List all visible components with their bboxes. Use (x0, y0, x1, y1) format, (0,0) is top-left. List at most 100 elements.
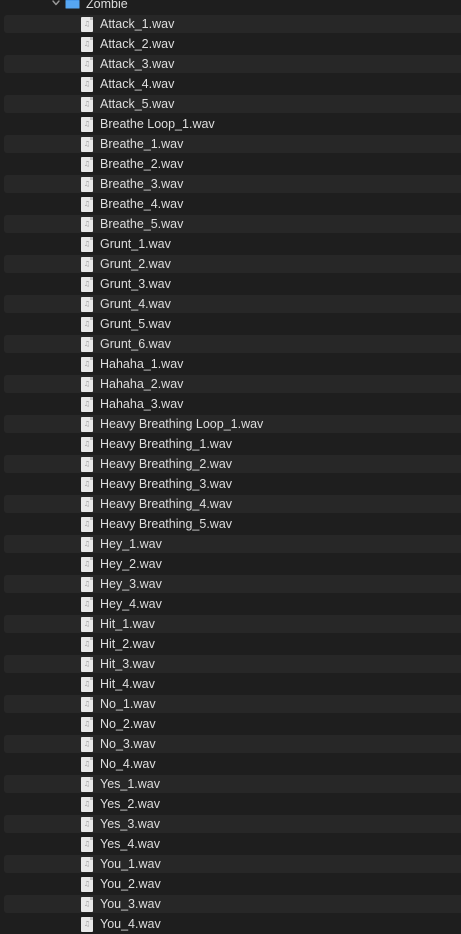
file-row[interactable]: ♫ No_2.wav (0, 714, 461, 734)
file-row[interactable]: ♫ Breathe Loop_1.wav (0, 114, 461, 134)
file-name: Attack_3.wav (100, 57, 175, 71)
file-row[interactable]: ♫ Hey_2.wav (0, 554, 461, 574)
folder-icon (65, 0, 80, 9)
audio-file-icon: ♫ (81, 877, 93, 892)
file-row[interactable]: ♫ Grunt_2.wav (0, 254, 461, 274)
file-row[interactable]: ♫ Heavy Breathing Loop_1.wav (0, 414, 461, 434)
file-row[interactable]: ♫ You_4.wav (0, 914, 461, 934)
file-name: You_4.wav (100, 917, 161, 931)
file-row[interactable]: ♫ You_1.wav (0, 854, 461, 874)
file-row[interactable]: ♫ Grunt_4.wav (0, 294, 461, 314)
file-name: No_3.wav (100, 737, 156, 751)
audio-file-icon: ♫ (81, 297, 93, 312)
audio-file-icon: ♫ (81, 577, 93, 592)
file-row[interactable]: ♫ Heavy Breathing_3.wav (0, 474, 461, 494)
file-row[interactable]: ♫ Grunt_1.wav (0, 234, 461, 254)
file-name: Heavy Breathing_1.wav (100, 437, 233, 451)
file-row[interactable]: ♫ Hey_4.wav (0, 594, 461, 614)
file-row[interactable]: ♫ Yes_3.wav (0, 814, 461, 834)
audio-file-icon: ♫ (81, 457, 93, 472)
file-row[interactable]: ♫ Attack_5.wav (0, 94, 461, 114)
file-name: Hit_2.wav (100, 637, 155, 651)
file-name: Hit_4.wav (100, 677, 155, 691)
audio-file-icon: ♫ (81, 237, 93, 252)
file-row[interactable]: ♫ Hahaha_3.wav (0, 394, 461, 414)
file-row[interactable]: ♫ No_3.wav (0, 734, 461, 754)
file-row[interactable]: ♫ Attack_4.wav (0, 74, 461, 94)
file-row[interactable]: ♫ No_1.wav (0, 694, 461, 714)
file-row[interactable]: ♫ Grunt_3.wav (0, 274, 461, 294)
file-row[interactable]: ♫ Grunt_6.wav (0, 334, 461, 354)
file-row[interactable]: ♫ Hit_4.wav (0, 674, 461, 694)
folder-row-zombie[interactable]: Zombie (0, 0, 461, 14)
file-row[interactable]: ♫ You_2.wav (0, 874, 461, 894)
file-row[interactable]: ♫ Breathe_3.wav (0, 174, 461, 194)
file-row[interactable]: ♫ Yes_1.wav (0, 774, 461, 794)
chevron-down-icon[interactable] (49, 0, 63, 10)
file-name: You_2.wav (100, 877, 161, 891)
file-row[interactable]: ♫ Attack_3.wav (0, 54, 461, 74)
file-row[interactable]: ♫ Breathe_5.wav (0, 214, 461, 234)
file-row[interactable]: ♫ Hit_3.wav (0, 654, 461, 674)
file-name: Grunt_3.wav (100, 277, 171, 291)
file-name: Hey_4.wav (100, 597, 162, 611)
file-name: Grunt_1.wav (100, 237, 171, 251)
audio-file-icon: ♫ (81, 757, 93, 772)
file-row[interactable]: ♫ Hey_1.wav (0, 534, 461, 554)
file-rows: ♫ Attack_1.wav ♫ Attack_2.wav ♫ Attack_3.wav ♫… (0, 14, 461, 934)
file-row[interactable]: ♫ Breathe_2.wav (0, 154, 461, 174)
file-row[interactable]: ♫ You_3.wav (0, 894, 461, 914)
file-name: Hit_3.wav (100, 657, 155, 671)
file-row[interactable]: ♫ Hahaha_2.wav (0, 374, 461, 394)
audio-file-icon: ♫ (81, 397, 93, 412)
file-name: Breathe_4.wav (100, 197, 184, 211)
file-row[interactable]: ♫ Attack_1.wav (0, 14, 461, 34)
file-name: Hey_3.wav (100, 577, 162, 591)
folder-name: Zombie (86, 0, 128, 11)
file-name: Hey_2.wav (100, 557, 162, 571)
audio-file-icon: ♫ (81, 617, 93, 632)
file-row[interactable]: ♫ Yes_2.wav (0, 794, 461, 814)
file-row[interactable]: ♫ Heavy Breathing_2.wav (0, 454, 461, 474)
file-name: Breathe_3.wav (100, 177, 184, 191)
audio-file-icon: ♫ (81, 37, 93, 52)
file-row[interactable]: ♫ Hit_2.wav (0, 634, 461, 654)
file-row[interactable]: ♫ Heavy Breathing_4.wav (0, 494, 461, 514)
file-name: Grunt_4.wav (100, 297, 171, 311)
file-name: No_4.wav (100, 757, 156, 771)
file-row[interactable]: ♫ No_4.wav (0, 754, 461, 774)
file-row[interactable]: ♫ Heavy Breathing_5.wav (0, 514, 461, 534)
audio-file-icon: ♫ (81, 637, 93, 652)
file-name: Heavy Breathing_2.wav (100, 457, 233, 471)
audio-file-icon: ♫ (81, 57, 93, 72)
audio-file-icon: ♫ (81, 357, 93, 372)
audio-file-icon: ♫ (81, 377, 93, 392)
file-row[interactable]: ♫ Grunt_5.wav (0, 314, 461, 334)
file-name: Attack_4.wav (100, 77, 175, 91)
audio-file-icon: ♫ (81, 677, 93, 692)
file-row[interactable]: ♫ Yes_4.wav (0, 834, 461, 854)
file-row[interactable]: ♫ Heavy Breathing_1.wav (0, 434, 461, 454)
file-row[interactable]: ♫ Hey_3.wav (0, 574, 461, 594)
finder-file-list: Zombie ♫ Attack_1.wav ♫ Attack_2.wav ♫ Attack… (0, 0, 461, 932)
file-name: Breathe_2.wav (100, 157, 184, 171)
file-row[interactable]: ♫ Hahaha_1.wav (0, 354, 461, 374)
audio-file-icon: ♫ (81, 557, 93, 572)
file-name: Yes_1.wav (100, 777, 160, 791)
file-row[interactable]: ♫ Attack_2.wav (0, 34, 461, 54)
audio-file-icon: ♫ (81, 857, 93, 872)
file-row[interactable]: ♫ Breathe_4.wav (0, 194, 461, 214)
file-row[interactable]: ♫ Breathe_1.wav (0, 134, 461, 154)
file-name: Yes_2.wav (100, 797, 160, 811)
audio-file-icon: ♫ (81, 417, 93, 432)
file-name: You_3.wav (100, 897, 161, 911)
audio-file-icon: ♫ (81, 597, 93, 612)
audio-file-icon: ♫ (81, 477, 93, 492)
audio-file-icon: ♫ (81, 517, 93, 532)
audio-file-icon: ♫ (81, 797, 93, 812)
file-name: No_2.wav (100, 717, 156, 731)
audio-file-icon: ♫ (81, 217, 93, 232)
audio-file-icon: ♫ (81, 137, 93, 152)
file-row[interactable]: ♫ Hit_1.wav (0, 614, 461, 634)
audio-file-icon: ♫ (81, 257, 93, 272)
